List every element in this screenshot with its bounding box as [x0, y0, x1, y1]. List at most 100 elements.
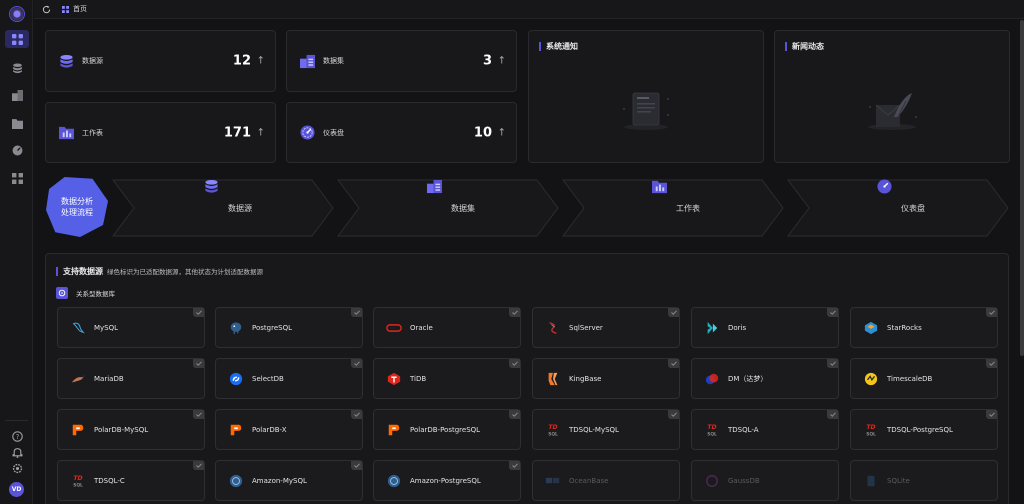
nav-datasource-icon[interactable]	[9, 60, 25, 76]
datasource-card-dm[interactable]: DM（达梦）	[691, 358, 839, 399]
datasource-name: StarRocks	[887, 323, 922, 332]
polardb-logo-icon	[228, 422, 244, 438]
datasource-card-starrocks[interactable]: StarRocks	[850, 307, 998, 348]
datasource-card-timescaledb[interactable]: TimescaleDB	[850, 358, 998, 399]
support-description: 绿色标识为已适配数据源，其他状态为计划适配数据源	[107, 268, 263, 276]
svg-text:SQL: SQL	[707, 431, 717, 437]
mariadb-seal-icon	[70, 371, 86, 387]
datasource-card-amazon-postgresql[interactable]: Amazon-PostgreSQL	[373, 460, 521, 501]
refresh-icon[interactable]	[42, 4, 52, 14]
datasource-name: TDSQL-PostgreSQL	[887, 425, 953, 434]
database-icon	[58, 53, 74, 69]
datasource-card-amazon-mysql[interactable]: Amazon-MySQL	[215, 460, 363, 501]
datasource-card-tdsql-postgresql[interactable]: TD SQL TDSQL-PostgreSQL	[850, 409, 998, 450]
datasource-card-postgresql[interactable]: PostgreSQL	[215, 307, 363, 348]
nav-worksheet-icon[interactable]	[9, 115, 25, 131]
datasource-card-tdsql-c[interactable]: TD SQL TDSQL-C	[57, 460, 205, 501]
adapted-check-icon	[351, 308, 362, 317]
user-avatar[interactable]: VD	[9, 482, 24, 497]
datasource-name: PostgreSQL	[252, 323, 292, 332]
empty-message-illustration-icon	[616, 87, 676, 137]
adapted-check-icon	[827, 308, 838, 317]
flow-badge-line2: 处理流程	[61, 208, 93, 217]
flow-step-dataset[interactable]: 数据集	[337, 179, 559, 237]
datasource-card-oracle[interactable]: Oracle	[373, 307, 521, 348]
datasource-name: Oracle	[410, 323, 433, 332]
flow-step-label: 数据集	[451, 203, 475, 213]
help-icon[interactable]: ?	[9, 428, 25, 444]
adapted-check-icon	[509, 308, 520, 317]
svg-text:SQL: SQL	[548, 431, 558, 437]
datasource-name: TDSQL-MySQL	[569, 425, 619, 434]
stat-card-dataset[interactable]: 数据集 3 ↑	[286, 30, 517, 92]
adapted-check-icon	[193, 410, 204, 419]
oceanbase-logo-icon	[545, 473, 561, 489]
datasource-card-kingbase[interactable]: KingBase	[532, 358, 680, 399]
tidb-logo-icon	[386, 371, 402, 387]
panel-title: 系统通知	[539, 42, 578, 51]
flow-step-datasource[interactable]: 数据源	[112, 179, 334, 237]
datasource-card-oceanbase[interactable]: OceanBase	[532, 460, 680, 501]
news-panel: 新闻动态	[774, 30, 1010, 163]
flow-step-label: 数据源	[228, 203, 252, 213]
stat-label: 数据集	[323, 57, 344, 65]
tdsql-logo-icon: TD SQL	[704, 422, 720, 438]
nav-dashboard-icon[interactable]	[9, 142, 25, 158]
dm-logo-icon	[704, 371, 720, 387]
settings-gear-icon[interactable]	[9, 460, 25, 476]
flow-badge-line1: 数据分析	[61, 197, 93, 206]
datasource-card-tidb[interactable]: TiDB	[373, 358, 521, 399]
datasource-card-gaussdb[interactable]: GaussDB	[691, 460, 839, 501]
datasource-card-mysql[interactable]: MySQL	[57, 307, 205, 348]
support-header: 支持数据源 绿色标识为已适配数据源，其他状态为计划适配数据源	[56, 266, 263, 276]
flow-step-dashboard[interactable]: 仪表盘	[787, 179, 1009, 237]
adapted-check-icon	[986, 308, 997, 317]
page-scrollbar[interactable]	[1020, 20, 1024, 356]
breadcrumb[interactable]: 首页	[62, 4, 87, 14]
adapted-check-icon	[351, 461, 362, 470]
svg-text:TD: TD	[73, 475, 82, 482]
worksheet-icon	[652, 180, 668, 216]
datasource-card-polardb-mysql[interactable]: PolarDB-MySQL	[57, 409, 205, 450]
nav-dataset-icon[interactable]	[9, 87, 25, 103]
nav-apps-icon[interactable]	[9, 170, 25, 186]
stat-card-worksheet[interactable]: 工作表 171 ↑	[45, 102, 276, 163]
mysql-dolphin-icon	[70, 320, 86, 336]
datasource-card-polardb-x[interactable]: PolarDB-X	[215, 409, 363, 450]
sqlserver-logo-icon	[545, 320, 561, 336]
sidebar-divider	[5, 420, 28, 421]
system-notice-panel: 系统通知	[528, 30, 764, 163]
polardb-logo-icon	[386, 422, 402, 438]
datasource-card-sqlserver[interactable]: SqlServer	[532, 307, 680, 348]
datasource-name: TiDB	[410, 374, 427, 383]
datasource-card-mariadb[interactable]: MariaDB	[57, 358, 205, 399]
stat-label: 仪表盘	[323, 128, 344, 137]
datasource-card-selectdb[interactable]: SelectDB	[215, 358, 363, 399]
flow-step-worksheet[interactable]: 工作表	[562, 179, 784, 237]
stat-card-dashboard[interactable]: 仪表盘 10 ↑	[286, 102, 517, 163]
adapted-check-icon	[351, 410, 362, 419]
datasource-card-tdsql-a[interactable]: TD SQL TDSQL-A	[691, 409, 839, 450]
datasource-name: MySQL	[94, 323, 119, 332]
stat-card-datasource[interactable]: 数据源 12 ↑	[45, 30, 276, 92]
timescaledb-logo-icon	[863, 371, 879, 387]
datasource-card-tdsql-mysql[interactable]: TD SQL TDSQL-MySQL	[532, 409, 680, 450]
tdsql-logo-icon: TD SQL	[545, 422, 561, 438]
adapted-check-icon	[668, 410, 679, 419]
stat-label: 工作表	[82, 128, 103, 137]
selectdb-logo-icon	[228, 371, 244, 387]
datasource-card-doris[interactable]: Doris	[691, 307, 839, 348]
datasource-name: DM（达梦）	[728, 374, 768, 383]
datasource-name: PolarDB-MySQL	[94, 425, 149, 434]
datasource-name: PolarDB-PostgreSQL	[410, 425, 481, 434]
datasource-name: OceanBase	[569, 476, 609, 485]
svg-text:?: ?	[15, 432, 19, 440]
bell-icon[interactable]	[9, 444, 25, 460]
datasource-name: TDSQL-C	[94, 476, 125, 485]
nav-home-icon[interactable]	[5, 30, 29, 48]
app-logo[interactable]	[9, 6, 25, 22]
home-grid-icon	[62, 5, 69, 13]
datasource-card-polardb-postgresql[interactable]: PolarDB-PostgreSQL	[373, 409, 521, 450]
gaussdb-logo-icon	[704, 473, 720, 489]
datasource-card-sqlite[interactable]: SQLite	[850, 460, 998, 501]
